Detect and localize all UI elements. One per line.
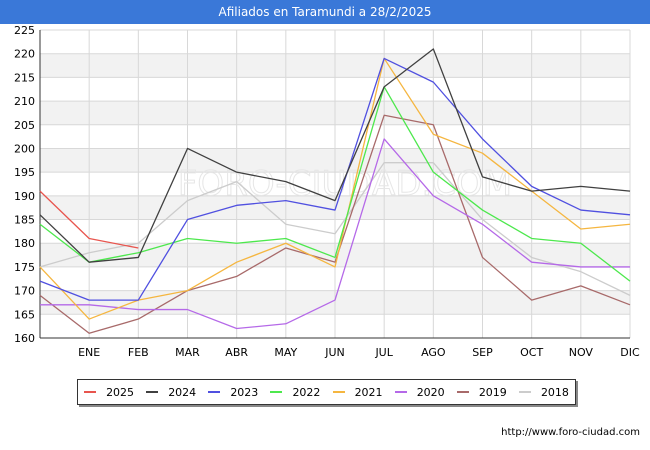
y-tick-label: 165 xyxy=(14,308,35,321)
legend-item-2019: 2019 xyxy=(456,385,507,399)
watermark: FORO-CIUDAD.COM xyxy=(178,164,512,204)
y-tick-label: 205 xyxy=(14,119,35,132)
legend-item-2025: 2025 xyxy=(84,386,134,399)
y-tick-label: 215 xyxy=(14,71,35,84)
chart-legend: 2025 2024 2023 2022 2021 2020 2019 2018 xyxy=(77,379,576,405)
legend-label: 2025 xyxy=(106,385,135,399)
x-tick-label: FEB xyxy=(128,346,149,359)
legend-label: 2019 xyxy=(478,385,507,399)
line-chart: FORO-CIUDAD.COM 160 165 170 175 180 185 190 195 2… xyxy=(14,24,640,359)
chart-title: Afiliados en Taramundi a 28/2/2025 xyxy=(0,0,650,24)
legend-label: 2018 xyxy=(540,385,569,399)
legend-item-2021: 2021 xyxy=(332,385,383,399)
x-tick-label: MAR xyxy=(175,346,200,359)
legend-swatch xyxy=(270,391,283,393)
x-tick-label: ENE xyxy=(78,346,100,359)
x-tick-label: DIC xyxy=(620,346,640,359)
y-tick-label: 210 xyxy=(14,95,35,108)
x-tick-label: JUL xyxy=(374,346,393,359)
x-tick-label: JUN xyxy=(324,346,345,359)
x-tick-label: NOV xyxy=(569,346,594,359)
legend-label: 2021 xyxy=(354,385,383,399)
x-tick-label: SEP xyxy=(472,346,493,359)
source-url[interactable]: http://www.foro-ciudad.com xyxy=(501,427,640,438)
legend-item-2018: 2018 xyxy=(518,385,569,399)
legend-swatch xyxy=(394,391,407,393)
y-tick-label: 195 xyxy=(14,166,35,179)
legend-swatch xyxy=(456,391,469,393)
legend-item-2023: 2023 xyxy=(208,386,258,399)
x-tick-label: OCT xyxy=(520,346,543,359)
legend-label: 2023 xyxy=(230,385,259,399)
y-tick-label: 185 xyxy=(14,214,35,227)
y-tick-label: 200 xyxy=(14,142,35,155)
legend-label: 2022 xyxy=(292,385,321,399)
x-tick-label: ABR xyxy=(225,346,248,359)
y-tick-label: 220 xyxy=(14,48,35,61)
y-tick-label: 190 xyxy=(14,190,35,203)
y-tick-label: 225 xyxy=(14,24,35,37)
legend-swatch xyxy=(518,391,531,393)
y-tick-label: 180 xyxy=(14,237,35,250)
y-tick-label: 175 xyxy=(14,261,35,274)
x-tick-label: AGO xyxy=(421,346,446,359)
y-tick-label: 160 xyxy=(14,332,35,345)
legend-item-2024: 2024 xyxy=(146,386,196,399)
legend-swatch xyxy=(84,391,97,393)
legend-item-2020: 2020 xyxy=(394,385,445,399)
y-tick-label: 170 xyxy=(14,285,35,298)
legend-swatch xyxy=(146,391,159,393)
legend-item-2022: 2022 xyxy=(270,386,320,399)
legend-label: 2024 xyxy=(168,385,197,399)
x-tick-label: MAY xyxy=(274,346,297,359)
legend-swatch xyxy=(332,391,345,393)
legend-label: 2020 xyxy=(416,385,445,399)
legend-swatch xyxy=(208,391,221,393)
